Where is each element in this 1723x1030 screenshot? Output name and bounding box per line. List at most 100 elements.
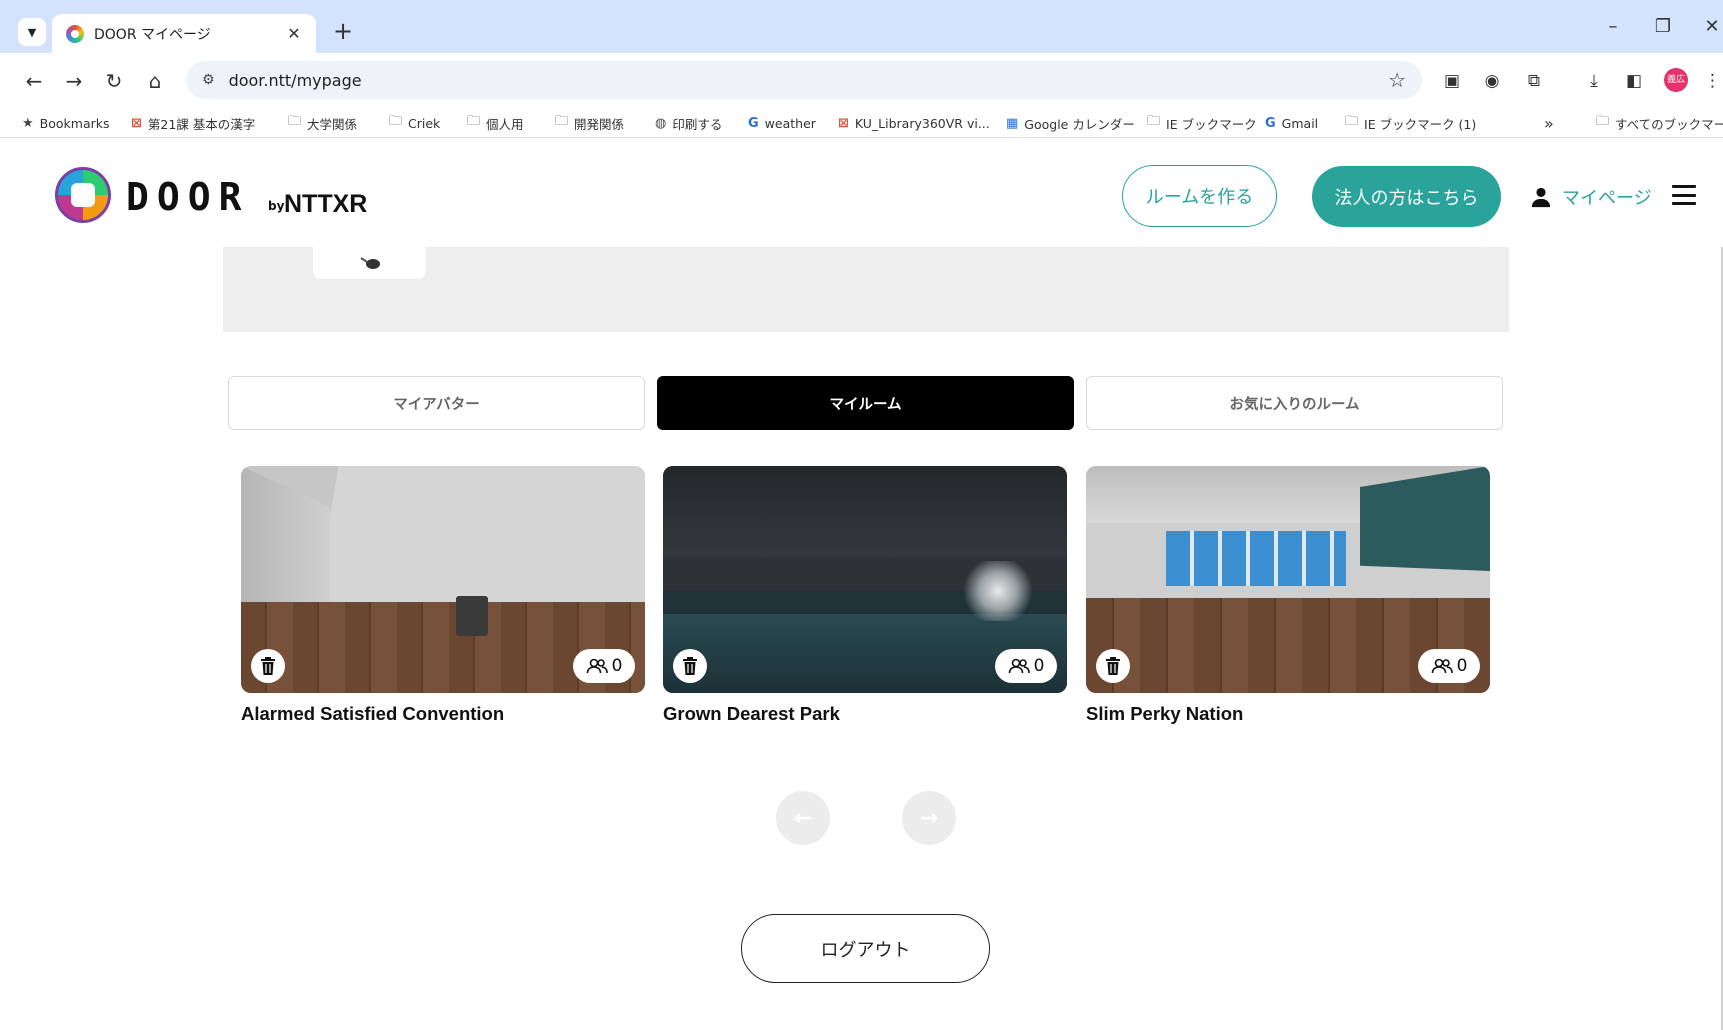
tab-my-room[interactable]: マイルーム	[657, 376, 1074, 430]
room-name[interactable]: Grown Dearest Park	[663, 703, 1067, 725]
bookmark-item[interactable]: 🗀 IE ブックマーク	[1147, 113, 1257, 133]
room-card[interactable]: 0 Alarmed Satisfied Convention	[241, 466, 645, 725]
door-favicon-icon	[66, 24, 84, 43]
door-logo-icon[interactable]	[55, 167, 111, 223]
back-icon[interactable]: ←	[18, 65, 50, 97]
logo-brand: NTTXR	[284, 190, 368, 218]
window-close-icon[interactable]: ✕	[1697, 16, 1723, 37]
avatar-preview-icon	[359, 257, 380, 269]
logo-by: by	[268, 199, 285, 213]
profile-avatar[interactable]: 義広	[1664, 68, 1688, 92]
new-tab-button[interactable]: +	[328, 18, 358, 46]
side-panel-icon[interactable]: ◧	[1622, 69, 1646, 93]
bookmark-item[interactable]: 🗀 IE ブックマーク (1)	[1345, 113, 1476, 133]
bookmark-label: 個人用	[486, 116, 524, 132]
extensions-puzzle-icon[interactable]: ⧉	[1522, 69, 1546, 93]
participant-count: 0	[611, 656, 623, 676]
trash-icon[interactable]	[673, 649, 707, 683]
folder-icon: 🗀	[1147, 114, 1161, 129]
bookmark-label: IE ブックマーク	[1166, 116, 1257, 132]
mypage-link[interactable]: マイページ	[1530, 182, 1652, 212]
restore-icon[interactable]: ❐	[1648, 16, 1678, 37]
room-name[interactable]: Alarmed Satisfied Convention	[241, 703, 645, 725]
tab-favorite-rooms[interactable]: お気に入りのルーム	[1086, 376, 1503, 430]
create-room-button[interactable]: ルームを作る	[1122, 165, 1277, 227]
room-card[interactable]: 0 Grown Dearest Park	[663, 466, 1067, 725]
globe-icon: ◍	[655, 115, 667, 131]
tab-search-button[interactable]: ▼	[18, 18, 46, 46]
bookmark-item[interactable]: Gweather	[748, 113, 816, 133]
people-icon	[1008, 658, 1030, 674]
bookmark-label: Bookmarks	[39, 115, 110, 131]
room-thumbnail[interactable]: 0	[663, 466, 1067, 693]
extension-globe-icon[interactable]: ◉	[1480, 69, 1504, 93]
participant-count: 0	[1456, 656, 1468, 676]
room-thumbnail[interactable]: 0	[241, 466, 645, 693]
participant-count-badge: 0	[1418, 649, 1480, 683]
person-icon	[1531, 187, 1551, 208]
hamburger-menu-icon[interactable]	[1672, 185, 1696, 205]
room-name[interactable]: Slim Perky Nation	[1086, 703, 1490, 725]
minimize-icon[interactable]: –	[1598, 16, 1628, 37]
download-icon[interactable]: ⤓	[1582, 69, 1606, 93]
home-icon[interactable]: ⌂	[139, 65, 171, 97]
forward-icon[interactable]: →	[58, 65, 90, 97]
folder-icon: 🗀	[1345, 114, 1359, 129]
bookmark-item[interactable]: 🗀 開発関係	[555, 113, 624, 133]
bookmark-item[interactable]: 🗀 個人用	[467, 113, 524, 133]
all-bookmarks-item[interactable]: 🗀 すべてのブックマーク	[1596, 113, 1723, 133]
bookmark-star-icon[interactable]: ☆	[1388, 68, 1406, 92]
browser-toolbar: ← → ↻ ⌂ ⚙ door.ntt/mypage ☆ ▣ ◉ ⧉ ⤓ ◧ 義広…	[0, 53, 1723, 108]
mypage-tabs: マイアバター マイルーム お気に入りのルーム	[228, 376, 1503, 430]
logout-button[interactable]: ログアウト	[741, 914, 990, 983]
red-app-icon: ⊠	[838, 115, 849, 131]
tab-my-avatar[interactable]: マイアバター	[228, 376, 645, 430]
participant-count-badge: 0	[995, 649, 1057, 683]
trash-icon[interactable]	[251, 649, 285, 683]
reload-icon[interactable]: ↻	[98, 65, 130, 97]
bookmark-item[interactable]: G Gmail	[1265, 113, 1318, 133]
bookmark-label: 印刷する	[672, 116, 723, 132]
bookmarks-bar: ★ Bookmarks ⊠ 第21課 基本の漢字 🗀 大学関係 🗀 Criek 🗀 個人用…	[0, 108, 1723, 138]
bookmark-label: 開発関係	[574, 116, 625, 132]
site-info-icon[interactable]: ⚙	[202, 72, 215, 88]
site-header: DOOR by NTTXR ルームを作る 法人の方はこちら マイページ	[0, 139, 1723, 247]
tab-title: DOOR マイページ	[94, 26, 211, 43]
chevron-down-icon: ▼	[27, 25, 37, 39]
bookmark-item[interactable]: 🗀 大学関係	[288, 113, 357, 133]
red-app-icon: ⊠	[131, 115, 142, 131]
bookmarks-overflow-button[interactable]: »	[1544, 113, 1554, 133]
bookmark-label: 大学関係	[307, 116, 358, 132]
next-page-button[interactable]: →	[902, 791, 956, 845]
folder-icon: 🗀	[1596, 114, 1610, 129]
bookmark-label: Criek	[408, 115, 441, 131]
logo-wordmark[interactable]: DOOR	[126, 175, 250, 219]
bookmark-item[interactable]: ⊠ KU_Library360VR vi...	[838, 113, 990, 133]
menu-kebab-icon[interactable]: ⋮	[1704, 69, 1721, 93]
bookmark-item[interactable]: ⊠ 第21課 基本の漢字	[131, 113, 255, 133]
folder-icon: 🗀	[467, 114, 481, 129]
bookmark-label: weather	[764, 115, 816, 131]
people-icon	[1431, 658, 1453, 674]
bookmark-label: Google カレンダー	[1024, 116, 1135, 132]
avatar-card[interactable]	[313, 247, 426, 279]
browser-tab-active[interactable]: DOOR マイページ ✕	[52, 14, 316, 53]
calendar-icon: ▦	[1006, 115, 1019, 131]
folder-icon: 🗀	[288, 114, 302, 129]
mypage-label: マイページ	[1562, 188, 1652, 209]
bookmark-item[interactable]: ★ Bookmarks	[22, 113, 110, 133]
trash-icon[interactable]	[1096, 649, 1130, 683]
address-bar[interactable]: ⚙ door.ntt/mypage ☆	[186, 61, 1422, 99]
cast-icon[interactable]: ▣	[1440, 69, 1464, 93]
bookmark-label: IE ブックマーク (1)	[1364, 116, 1477, 132]
folder-icon: 🗀	[389, 114, 403, 129]
prev-page-button[interactable]: ←	[776, 791, 830, 845]
room-card[interactable]: 0 Slim Perky Nation	[1086, 466, 1490, 725]
bookmark-item[interactable]: ▦ Google カレンダー	[1006, 113, 1135, 133]
bookmark-item[interactable]: 🗀 Criek	[389, 113, 440, 133]
bookmark-item[interactable]: ◍ 印刷する	[655, 113, 722, 133]
room-thumbnail[interactable]: 0	[1086, 466, 1490, 693]
corporate-button[interactable]: 法人の方はこちら	[1312, 166, 1501, 227]
close-tab-icon[interactable]: ✕	[284, 24, 304, 43]
url-text[interactable]: door.ntt/mypage	[229, 71, 1389, 90]
